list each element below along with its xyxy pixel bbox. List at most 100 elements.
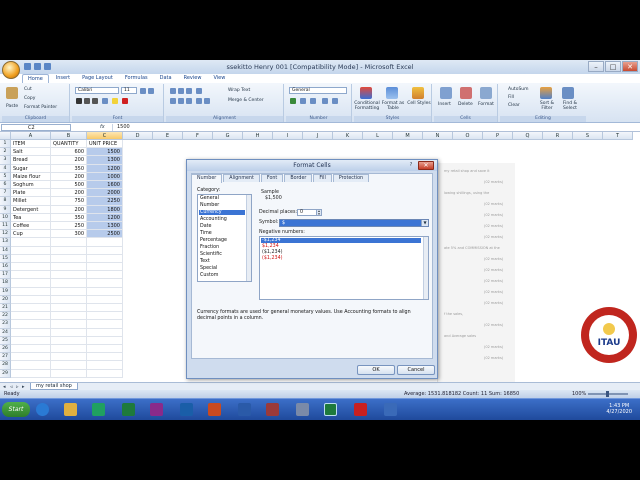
cell-b13[interactable] bbox=[51, 238, 87, 247]
cell-a21[interactable] bbox=[11, 304, 51, 313]
row-header-4[interactable]: 4 bbox=[0, 164, 11, 173]
category-item-fraction[interactable]: Fraction bbox=[200, 245, 219, 250]
category-scrollbar[interactable] bbox=[246, 195, 251, 281]
cell-a12[interactable]: Cup bbox=[11, 230, 51, 239]
category-item-time[interactable]: Time bbox=[200, 231, 212, 236]
format-as-table-button[interactable]: Format as Table bbox=[380, 101, 406, 111]
column-header-r[interactable]: R bbox=[543, 132, 573, 140]
tab-font[interactable]: Font bbox=[260, 174, 284, 182]
cell-a22[interactable] bbox=[11, 312, 51, 321]
cell-b21[interactable] bbox=[51, 304, 87, 313]
tab-alignment[interactable]: Alignment bbox=[223, 174, 260, 182]
cell-c24[interactable] bbox=[87, 328, 123, 337]
find-select-button[interactable]: Find & Select bbox=[558, 101, 582, 111]
category-list[interactable]: General Number Currency Accounting Date Time P… bbox=[197, 194, 252, 282]
row-header-22[interactable]: 22 bbox=[0, 312, 11, 321]
copy-button[interactable]: Copy bbox=[24, 96, 35, 101]
cell-styles-icon[interactable] bbox=[412, 87, 424, 99]
cell-a10[interactable]: Tea bbox=[11, 213, 51, 222]
borders-icon[interactable] bbox=[102, 98, 108, 104]
negative-option[interactable]: -$1,234 bbox=[261, 238, 421, 243]
column-header-d[interactable]: D bbox=[123, 132, 153, 140]
row-header-17[interactable]: 17 bbox=[0, 271, 11, 280]
delete-button[interactable]: Delete bbox=[458, 102, 473, 107]
tab-fill[interactable]: Fill bbox=[313, 174, 332, 182]
column-header-t[interactable]: T bbox=[603, 132, 633, 140]
powerpoint-icon[interactable] bbox=[208, 403, 221, 416]
row-header-19[interactable]: 19 bbox=[0, 287, 11, 296]
zoom-level[interactable]: 100% bbox=[572, 390, 586, 398]
cell-a7[interactable]: Plate bbox=[11, 189, 51, 198]
column-header-o[interactable]: O bbox=[453, 132, 483, 140]
cell-a26[interactable] bbox=[11, 345, 51, 354]
column-header-p[interactable]: P bbox=[483, 132, 513, 140]
cell-a6[interactable]: Soghum bbox=[11, 181, 51, 190]
cell-c20[interactable] bbox=[87, 295, 123, 304]
cell-b3[interactable]: 200 bbox=[51, 156, 87, 165]
cell-b2[interactable]: 600 bbox=[51, 148, 87, 157]
column-header-l[interactable]: L bbox=[363, 132, 393, 140]
align-right-icon[interactable] bbox=[186, 98, 192, 104]
cell-b16[interactable] bbox=[51, 263, 87, 272]
category-item-special[interactable]: Special bbox=[200, 266, 217, 271]
tool-icon[interactable] bbox=[296, 403, 309, 416]
cell-a17[interactable] bbox=[11, 271, 51, 280]
row-header-5[interactable]: 5 bbox=[0, 172, 11, 181]
tab-formulas[interactable]: Formulas bbox=[120, 74, 153, 83]
cell-c8[interactable]: 2250 bbox=[87, 197, 123, 206]
conditional-formatting-button[interactable]: Conditional Formatting bbox=[354, 101, 380, 111]
row-header-10[interactable]: 10 bbox=[0, 213, 11, 222]
sheet-tab-my-retail-shop[interactable]: my retail shop bbox=[30, 383, 78, 390]
cell-a25[interactable] bbox=[11, 336, 51, 345]
sort-filter-button[interactable]: Sort & Filter bbox=[536, 101, 558, 111]
cell-c2[interactable]: 1500 bbox=[87, 148, 123, 157]
underline-icon[interactable] bbox=[92, 98, 98, 104]
decrease-indent-icon[interactable] bbox=[196, 98, 202, 104]
wrap-text-button[interactable]: Wrap Text bbox=[228, 88, 250, 93]
word-icon[interactable] bbox=[238, 403, 251, 416]
conditional-formatting-icon[interactable] bbox=[360, 87, 372, 99]
cell-c10[interactable]: 1200 bbox=[87, 213, 123, 222]
decrease-decimal-icon[interactable] bbox=[332, 98, 338, 104]
minimize-button[interactable]: – bbox=[588, 61, 604, 72]
negative-scrollbar[interactable] bbox=[423, 237, 428, 299]
cell-c19[interactable] bbox=[87, 287, 123, 296]
row-header-7[interactable]: 7 bbox=[0, 189, 11, 198]
cell-b22[interactable] bbox=[51, 312, 87, 321]
column-header-e[interactable]: E bbox=[153, 132, 183, 140]
cell-a14[interactable] bbox=[11, 246, 51, 255]
column-header-m[interactable]: M bbox=[393, 132, 423, 140]
cell-c21[interactable] bbox=[87, 304, 123, 313]
tab-border[interactable]: Border bbox=[284, 174, 313, 182]
cell-a3[interactable]: Bread bbox=[11, 156, 51, 165]
name-box[interactable]: C2 bbox=[1, 124, 71, 131]
cell-b12[interactable]: 300 bbox=[51, 230, 87, 239]
cell-b7[interactable]: 200 bbox=[51, 189, 87, 198]
tab-review[interactable]: Review bbox=[179, 74, 207, 83]
font-name-combo[interactable]: Calibri bbox=[75, 87, 119, 94]
cell-a20[interactable] bbox=[11, 295, 51, 304]
cell-c7[interactable]: 2000 bbox=[87, 189, 123, 198]
currency-icon[interactable] bbox=[290, 98, 296, 104]
tab-home[interactable]: Home bbox=[22, 74, 49, 83]
row-header-9[interactable]: 9 bbox=[0, 205, 11, 214]
cell-c26[interactable] bbox=[87, 345, 123, 354]
cell-styles-button[interactable]: Cell Styles bbox=[406, 101, 432, 106]
cell-b26[interactable] bbox=[51, 345, 87, 354]
maximize-button[interactable]: □ bbox=[605, 61, 621, 72]
row-header-21[interactable]: 21 bbox=[0, 304, 11, 313]
number-format-combo[interactable]: General bbox=[289, 87, 347, 94]
cell-b11[interactable]: 250 bbox=[51, 222, 87, 231]
cell-c25[interactable] bbox=[87, 336, 123, 345]
row-header-11[interactable]: 11 bbox=[0, 222, 11, 231]
cell-c6[interactable]: 1600 bbox=[87, 181, 123, 190]
cell-a18[interactable] bbox=[11, 279, 51, 288]
column-header-h[interactable]: H bbox=[243, 132, 273, 140]
cell-a13[interactable] bbox=[11, 238, 51, 247]
cell-b17[interactable] bbox=[51, 271, 87, 280]
select-all-corner[interactable] bbox=[0, 132, 11, 140]
cell-c23[interactable] bbox=[87, 320, 123, 329]
row-header-26[interactable]: 26 bbox=[0, 345, 11, 354]
column-header-k[interactable]: K bbox=[333, 132, 363, 140]
column-header-f[interactable]: F bbox=[183, 132, 213, 140]
